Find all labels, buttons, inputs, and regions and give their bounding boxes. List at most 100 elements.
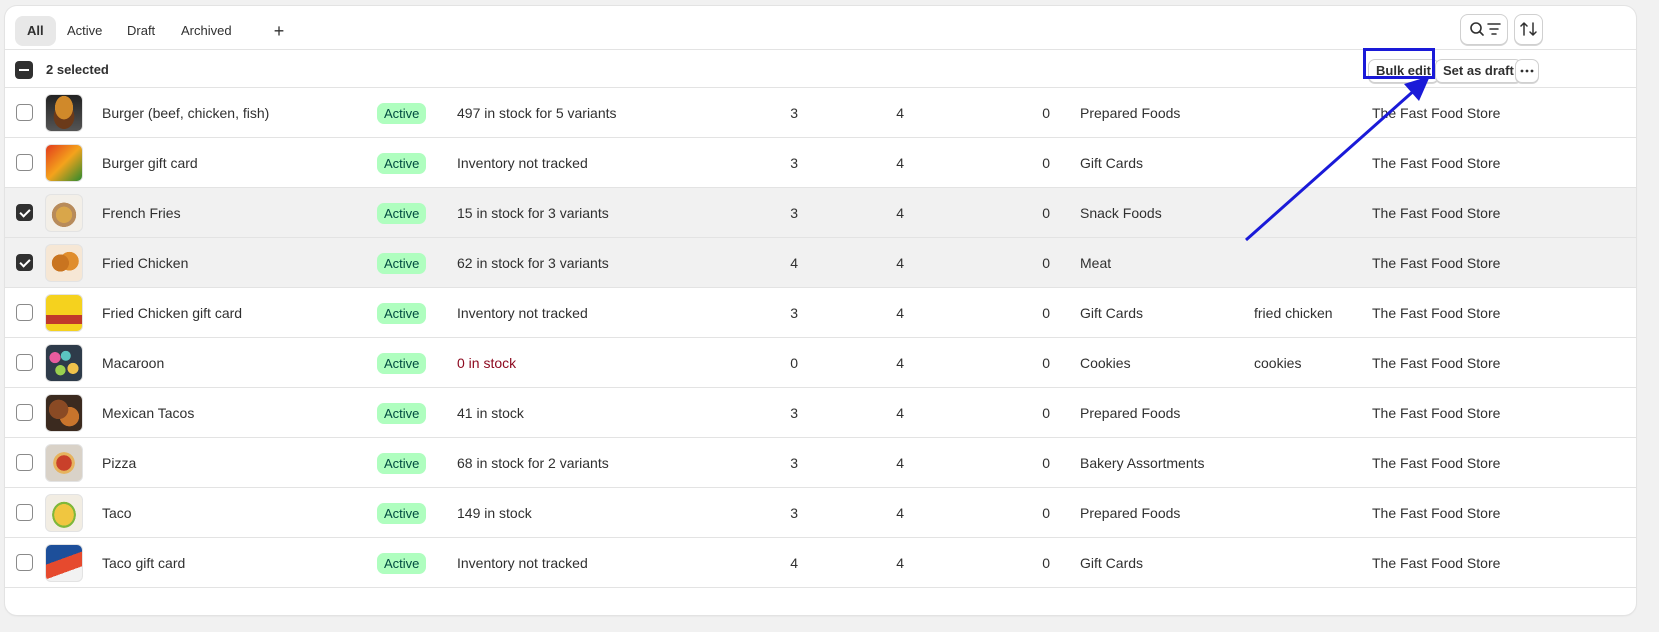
product-category: Snack Foods	[1080, 205, 1162, 221]
b2b-catalogs-count: 0	[1042, 305, 1050, 321]
tab-active[interactable]: Active	[55, 16, 114, 46]
filter-icon	[1487, 23, 1501, 35]
inventory-status: 149 in stock	[457, 505, 532, 521]
sales-channels-count: 0	[790, 355, 798, 371]
inventory-status: 41 in stock	[457, 405, 524, 421]
table-row[interactable]: Taco Active 149 in stock 3 4 0 Prepared Foods T…	[5, 488, 1636, 538]
set-as-draft-button[interactable]: Set as draft	[1435, 59, 1522, 83]
product-vendor: The Fast Food Store	[1372, 305, 1501, 321]
table-row[interactable]: Taco gift card Active Inventory not tracke…	[5, 538, 1636, 588]
bulk-edit-highlight	[1363, 48, 1435, 79]
status-badge: Active	[377, 253, 427, 274]
markets-count: 4	[896, 155, 904, 171]
inventory-status: 62 in stock for 3 variants	[457, 255, 609, 271]
b2b-catalogs-count: 0	[1042, 155, 1050, 171]
product-name[interactable]: Mexican Tacos	[102, 388, 194, 438]
status-badge: Active	[377, 103, 427, 124]
row-checkbox[interactable]	[16, 454, 33, 471]
product-category: Prepared Foods	[1080, 105, 1181, 121]
table-row[interactable]: French Fries Active 15 in stock for 3 vari…	[5, 188, 1636, 238]
table-row[interactable]: Fried Chicken gift card Active Inventory n…	[5, 288, 1636, 338]
inventory-status: 0 in stock	[457, 355, 517, 371]
status-badge: Active	[377, 403, 427, 424]
row-checkbox[interactable]	[16, 504, 33, 521]
product-name[interactable]: Taco gift card	[102, 538, 185, 588]
b2b-catalogs-count: 0	[1042, 105, 1050, 121]
product-thumbnail	[45, 144, 83, 182]
sales-channels-count: 4	[790, 255, 798, 271]
markets-count: 4	[896, 555, 904, 571]
row-checkbox[interactable]	[16, 254, 33, 271]
markets-count: 4	[896, 455, 904, 471]
b2b-catalogs-count: 0	[1042, 555, 1050, 571]
sales-channels-count: 4	[790, 555, 798, 571]
view-tabs-bar: All Active Draft Archived +	[5, 6, 1636, 50]
product-name[interactable]: Macaroon	[102, 338, 164, 388]
markets-count: 4	[896, 405, 904, 421]
product-vendor: The Fast Food Store	[1372, 555, 1501, 571]
sales-channels-count: 3	[790, 505, 798, 521]
product-tags: fried chicken	[1254, 305, 1333, 321]
product-thumbnail	[45, 494, 83, 532]
row-checkbox[interactable]	[16, 304, 33, 321]
inventory-status: Inventory not tracked	[457, 155, 588, 171]
product-thumbnail	[45, 294, 83, 332]
inventory-status: Inventory not tracked	[457, 555, 588, 571]
product-category: Gift Cards	[1080, 555, 1144, 571]
row-checkbox[interactable]	[16, 404, 33, 421]
markets-count: 4	[896, 355, 904, 371]
sort-button[interactable]	[1514, 14, 1543, 45]
row-checkbox[interactable]	[16, 204, 33, 221]
select-all-checkbox[interactable]	[15, 61, 33, 79]
tab-archived[interactable]: Archived	[169, 16, 244, 46]
table-row[interactable]: Burger gift card Active Inventory not trac…	[5, 138, 1636, 188]
product-name[interactable]: French Fries	[102, 188, 181, 238]
product-thumbnail	[45, 94, 83, 132]
row-checkbox[interactable]	[16, 104, 33, 121]
row-checkbox[interactable]	[16, 554, 33, 571]
table-row[interactable]: Fried Chicken Active 62 in stock for 3 var…	[5, 238, 1636, 288]
b2b-catalogs-count: 0	[1042, 455, 1050, 471]
row-checkbox[interactable]	[16, 354, 33, 371]
table-row[interactable]: Pizza Active 68 in stock for 2 variants 3 4 0…	[5, 438, 1636, 488]
b2b-catalogs-count: 0	[1042, 505, 1050, 521]
table-row[interactable]: Burger (beef, chicken, fish) Active 497 in…	[5, 88, 1636, 138]
add-view-button[interactable]: +	[264, 16, 294, 46]
product-thumbnail	[45, 194, 83, 232]
product-name[interactable]: Pizza	[102, 438, 136, 488]
product-name[interactable]: Burger (beef, chicken, fish)	[102, 88, 269, 138]
product-category: Prepared Foods	[1080, 505, 1181, 521]
tab-all[interactable]: All	[15, 16, 56, 46]
product-vendor: The Fast Food Store	[1372, 205, 1501, 221]
product-category: Prepared Foods	[1080, 405, 1181, 421]
search-icon	[1470, 22, 1501, 36]
product-thumbnail	[45, 544, 83, 582]
inventory-status: 68 in stock for 2 variants	[457, 455, 609, 471]
table-row[interactable]: Mexican Tacos Active 41 in stock 3 4 0 Prepare…	[5, 388, 1636, 438]
product-category: Bakery Assortments	[1080, 455, 1205, 471]
search-filter-button[interactable]	[1460, 14, 1508, 45]
status-badge: Active	[377, 303, 427, 324]
sales-channels-count: 3	[790, 405, 798, 421]
more-actions-button[interactable]	[1515, 59, 1539, 83]
product-category: Gift Cards	[1080, 155, 1144, 171]
product-name[interactable]: Burger gift card	[102, 138, 198, 188]
b2b-catalogs-count: 0	[1042, 355, 1050, 371]
product-category: Cookies	[1080, 355, 1131, 371]
product-vendor: The Fast Food Store	[1372, 155, 1501, 171]
product-vendor: The Fast Food Store	[1372, 105, 1501, 121]
tab-draft[interactable]: Draft	[115, 16, 167, 46]
sales-channels-count: 3	[790, 305, 798, 321]
product-name[interactable]: Fried Chicken	[102, 238, 188, 288]
status-badge: Active	[377, 503, 427, 524]
markets-count: 4	[896, 305, 904, 321]
product-vendor: The Fast Food Store	[1372, 455, 1501, 471]
product-thumbnail	[45, 444, 83, 482]
product-vendor: The Fast Food Store	[1372, 355, 1501, 371]
status-badge: Active	[377, 353, 427, 374]
product-name[interactable]: Fried Chicken gift card	[102, 288, 242, 338]
sort-icon	[1520, 22, 1537, 36]
product-name[interactable]: Taco	[102, 488, 132, 538]
table-row[interactable]: Macaroon Active 0 in stock 0 4 0 Cookies cookie…	[5, 338, 1636, 388]
row-checkbox[interactable]	[16, 154, 33, 171]
